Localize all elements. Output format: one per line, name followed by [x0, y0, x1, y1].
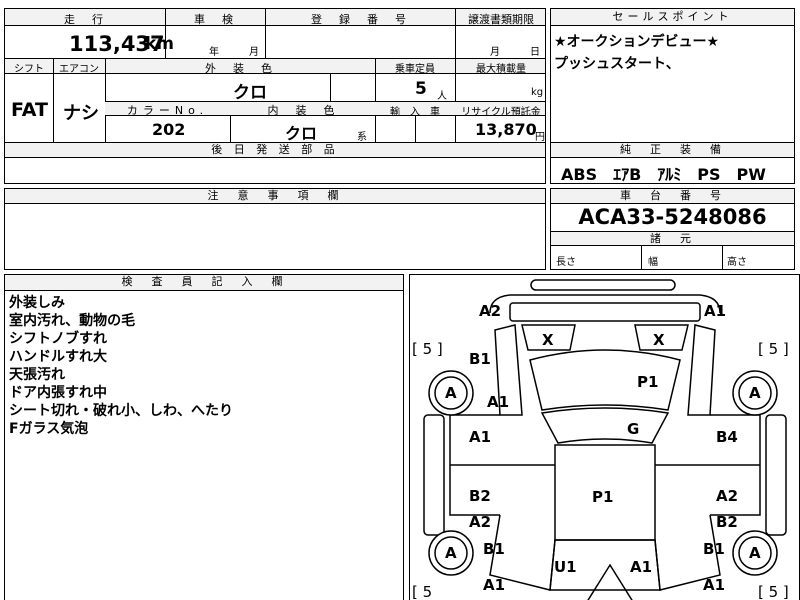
- notes-section: 注 意 事 項 欄: [4, 188, 546, 270]
- standard-equipment-section: 純 正 装 備 ABS ｴｱB ｱﾙﾐ PS PW: [550, 142, 795, 184]
- inspection-year-unit: 年: [209, 47, 219, 58]
- mark-wheel-rl: A: [445, 544, 457, 562]
- inspector-section: 検 査 員 記 入 欄 外装しみ 室内汚れ、動物の毛 シフトノブすれ ハンドルす…: [4, 274, 404, 600]
- tire-tread-rr: [ 5 ]: [758, 583, 789, 600]
- inspector-note: 天張汚れ: [9, 367, 65, 383]
- notes-label: 注 意 事 項 欄: [5, 189, 545, 204]
- shift-value: FAT: [11, 99, 48, 121]
- interior-color-label: 内 装 色: [267, 104, 338, 117]
- standard-equipment-label: 純 正 装 備: [551, 143, 794, 158]
- tire-tread-fl: [ 5 ]: [412, 340, 443, 358]
- aircon-label: エアコン: [59, 64, 99, 75]
- chassis-number: ACA33-5248086: [578, 205, 767, 229]
- sales-point-2: プッシュスタート、: [554, 56, 680, 72]
- sales-point-label: セールスポイント: [551, 9, 794, 26]
- max-load-label: 最大積載量: [476, 64, 526, 75]
- shift-label: シフト: [14, 64, 44, 75]
- mark-trunk-a: A1: [630, 558, 653, 576]
- chassis-label: 車 台 番 号: [551, 189, 794, 204]
- mark-windshield: G: [627, 420, 640, 438]
- standard-equipment-value: ABS ｴｱB ｱﾙﾐ PS PW: [561, 165, 766, 184]
- exterior-color-label: 外 装 色: [205, 62, 275, 75]
- max-load-unit: kg: [531, 87, 544, 98]
- dimensions-label: 諸 元: [551, 231, 794, 246]
- tire-tread-rl: [ 5: [412, 583, 433, 600]
- interior-color-value: クロ: [285, 124, 318, 143]
- later-parts-label: 後 日 発 送 部 品: [5, 143, 545, 158]
- inspector-note: 室内汚れ、動物の毛: [9, 313, 136, 329]
- mark-wheel-fl: A: [445, 384, 457, 402]
- recycle-fee-value: 13,870: [475, 120, 537, 139]
- color-no-label: カラーNo.: [126, 104, 209, 117]
- sales-point-1: ★オークションデビュー★: [554, 34, 720, 50]
- mark-rear-right: A1: [703, 576, 726, 594]
- registration-label: 登 録 番 号: [311, 13, 409, 26]
- inspector-note: シフトノブすれ: [9, 331, 107, 347]
- mark-light-left: X: [542, 331, 554, 349]
- mark-qp-left: B1: [483, 540, 505, 558]
- mark-wheel-fr: A: [749, 384, 761, 402]
- inspector-label: 検 査 員 記 入 欄: [5, 275, 403, 291]
- vehicle-spec-block: 走 行 車 検 登 録 番 号 譲渡書類期限 113,437 km 年 月 月 …: [4, 8, 546, 143]
- capacity-unit: 人: [437, 91, 447, 102]
- mark-wheel-rr: A: [749, 544, 761, 562]
- dim-length: 長さ: [556, 257, 576, 268]
- dim-height: 高さ: [727, 257, 747, 268]
- mark-door-rr-1: A2: [716, 487, 739, 505]
- color-no-value: 202: [152, 120, 186, 139]
- inspector-note: ドア内張すれ中: [9, 385, 107, 401]
- tire-tread-fr: [ 5 ]: [758, 340, 789, 358]
- recycle-label: リサイクル預託金: [461, 107, 541, 118]
- inspector-note: シート切れ・破れ小、しわ、へたり: [9, 403, 233, 419]
- inspector-note: 外装しみ: [9, 295, 65, 311]
- mark-front-left-corner: A2: [479, 302, 502, 320]
- mark-door-rr-2: B2: [716, 513, 738, 531]
- recycle-unit: 円: [535, 132, 545, 143]
- mark-fender-left: B1: [469, 350, 491, 368]
- capacity-value: 5: [415, 79, 427, 99]
- mark-door-fl: A1: [469, 428, 492, 446]
- inspector-note: Fガラス気泡: [9, 421, 89, 437]
- inspection-label: 車 検: [194, 13, 236, 26]
- dim-width: 幅: [648, 257, 658, 268]
- interior-suffix: 系: [357, 132, 367, 143]
- mark-door-fr: B4: [716, 428, 738, 446]
- transfer-month-unit: 月: [490, 47, 500, 58]
- mark-light-right: X: [653, 331, 665, 349]
- chassis-section: 車 台 番 号 ACA33-5248086 諸 元 長さ 幅 高さ: [550, 188, 795, 270]
- import-label: 輸 入 車: [390, 107, 440, 118]
- mark-front-right-corner: A1: [704, 302, 727, 320]
- mark-door-rl-2: A2: [469, 513, 492, 531]
- mark-fender-left-a: A1: [487, 393, 510, 411]
- mileage-label: 走 行: [64, 13, 106, 26]
- sales-point-section: セールスポイント ★オークションデビュー★ プッシュスタート、: [550, 8, 795, 144]
- mileage-unit: km: [145, 34, 175, 54]
- mark-qp-right: B1: [703, 540, 725, 558]
- capacity-label: 乗車定員: [395, 64, 435, 75]
- aircon-value: ナシ: [63, 103, 99, 124]
- mark-door-rl-1: B2: [469, 487, 491, 505]
- exterior-color-value: クロ: [233, 83, 267, 103]
- mark-rear-left: A1: [483, 576, 506, 594]
- mark-trunk: U1: [554, 558, 577, 576]
- later-parts-section: 後 日 発 送 部 品: [4, 142, 546, 184]
- inspector-note: ハンドルすれ大: [9, 349, 107, 365]
- transfer-doc-label: 譲渡書類期限: [468, 13, 534, 26]
- mark-roof: P1: [592, 488, 614, 506]
- transfer-day-unit: 日: [530, 47, 540, 58]
- car-condition-diagram: [ 5 ] [ 5 ] [ 5 [ 5 ] A2 A1 X X B1 A1 A …: [409, 274, 800, 600]
- mark-hood: P1: [637, 373, 659, 391]
- inspection-month-unit: 月: [249, 47, 259, 58]
